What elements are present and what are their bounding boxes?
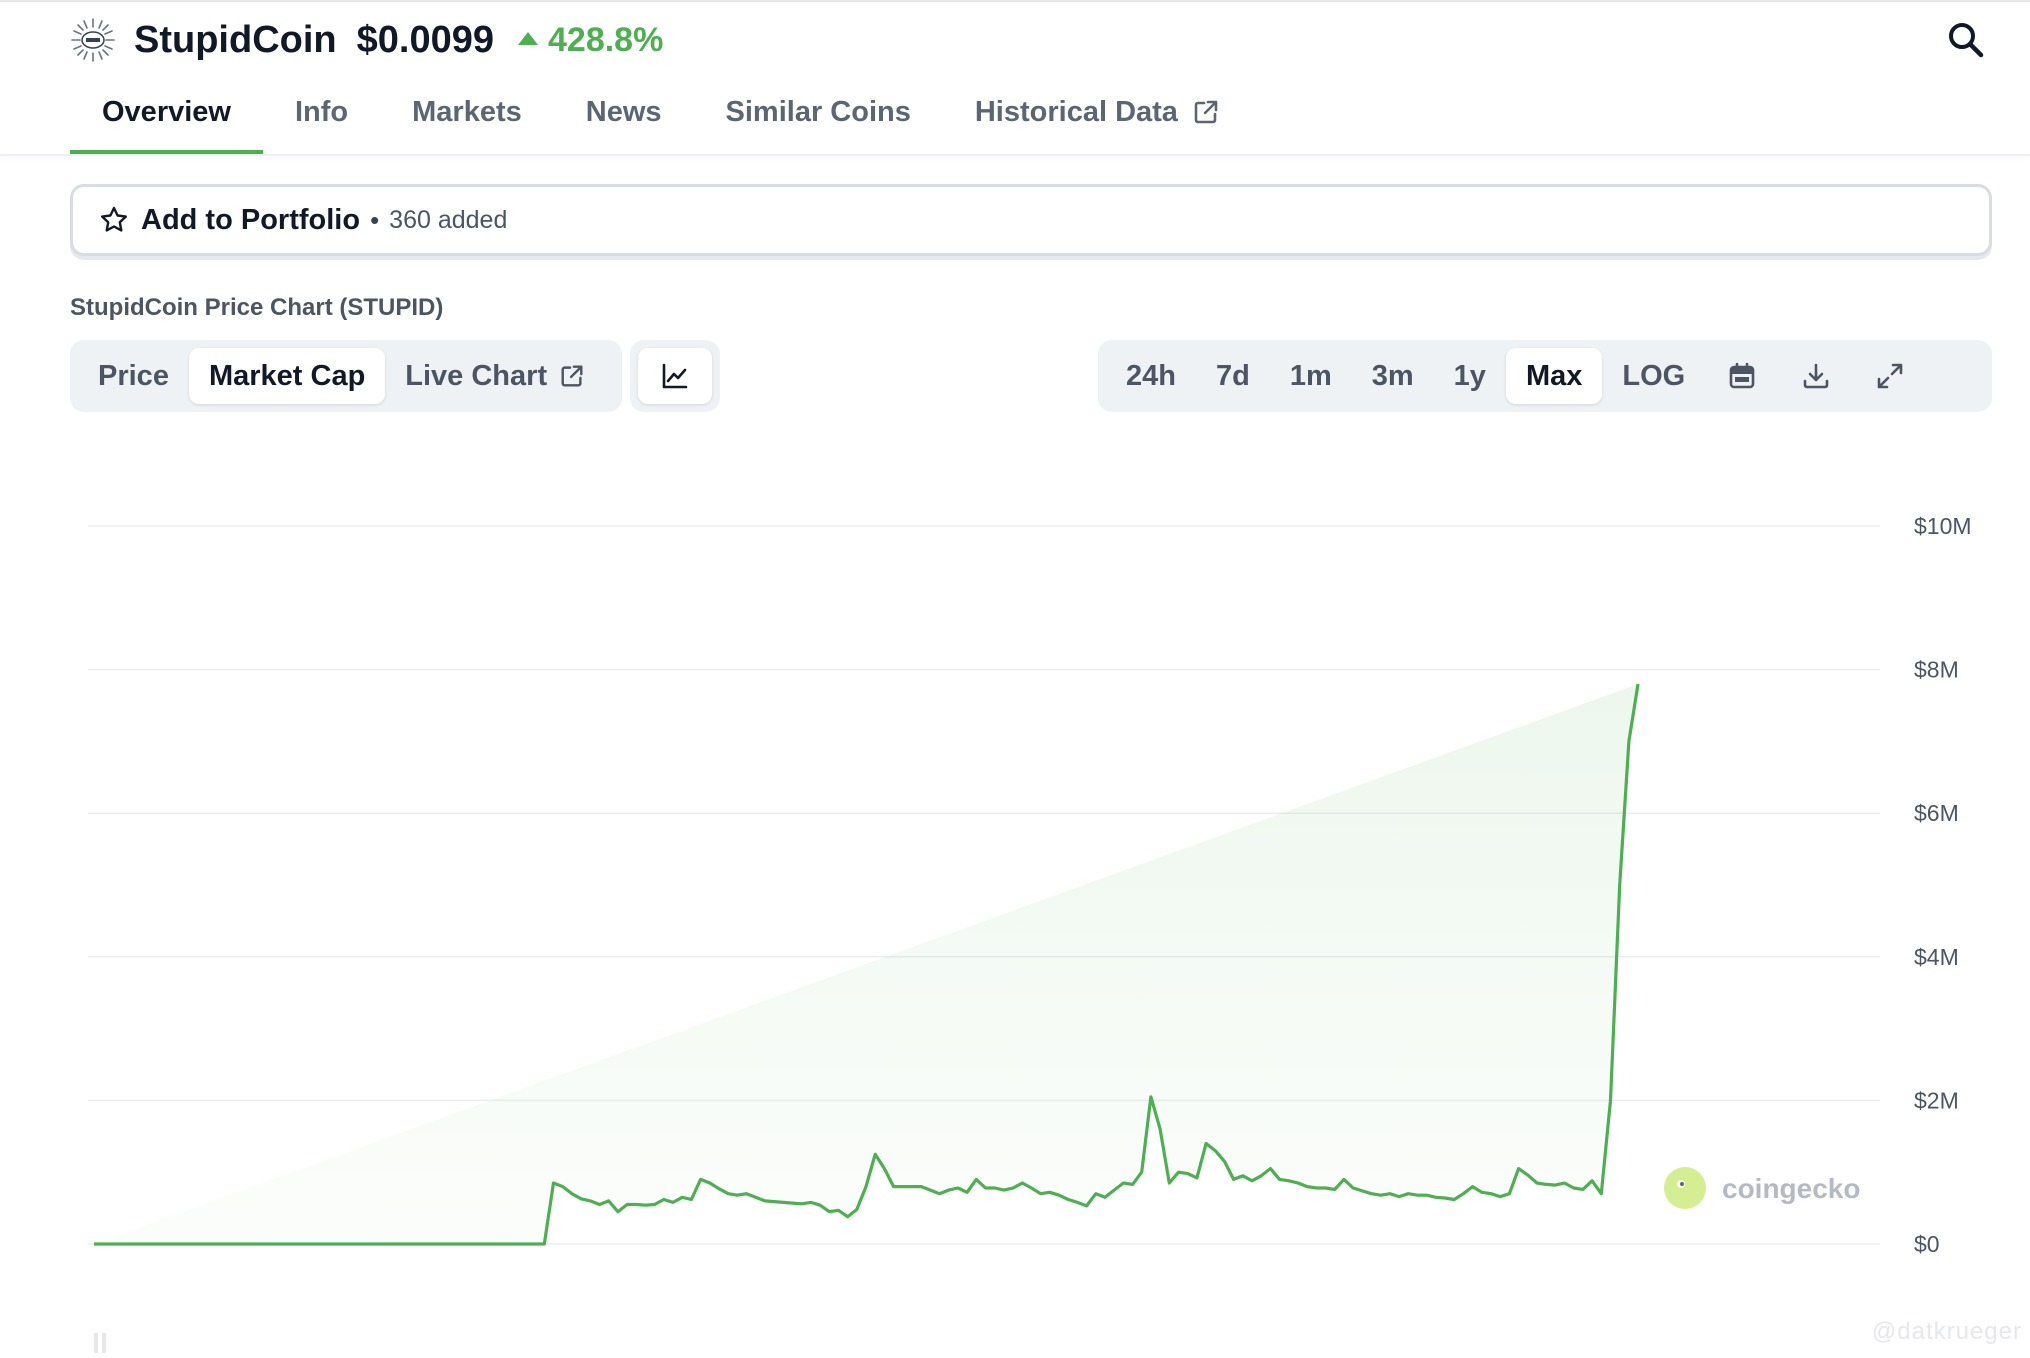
tab-similar-coins[interactable]: Similar Coins [694,88,943,154]
tab-historical-data[interactable]: Historical Data [943,88,1252,154]
y-tick-label: $10M [1914,513,1972,539]
range-1m-button[interactable]: 1m [1270,348,1352,404]
market-cap-toggle-button[interactable]: Market Cap [188,348,386,404]
market-cap-area [94,684,1638,1244]
coin-header: StupidCoin $0.0099 428.8% [70,14,663,66]
star-icon [101,206,127,232]
tab-overview[interactable]: Overview [70,88,263,154]
date-range-button[interactable] [1705,348,1779,404]
tab-label: Markets [412,96,522,128]
tabs-divider [0,154,2030,156]
download-icon [1803,363,1829,389]
line-chart-icon [662,363,688,389]
y-tick-label: $6M [1914,800,1959,826]
coingecko-watermark: coingecko [1664,1167,1860,1209]
portfolio-count: 360 added [389,205,508,234]
coin-price: $0.0099 [356,18,494,61]
watermark-text: coingecko [1722,1173,1860,1204]
portfolio-label: Add to Portfolio [141,203,361,236]
tab-label: Overview [102,96,231,128]
range-7d-button[interactable]: 7d [1196,348,1270,404]
credit-handle: @datkrueger [1871,1318,2022,1345]
tab-label: Info [294,96,349,128]
add-to-portfolio-button[interactable]: Add to Portfolio • 360 added [70,184,1992,256]
tab-markets[interactable]: Markets [380,88,554,154]
range-max-button[interactable]: Max [1505,348,1603,404]
tab-label: News [585,96,662,128]
price-toggle-button[interactable]: Price [78,348,189,404]
range-24h-button[interactable]: 24h [1106,348,1196,404]
external-link-icon [561,365,583,387]
tab-label: Similar Coins [725,96,911,128]
market-cap-chart[interactable]: $10M $8M $6M $4M $2M $0 coingecko [0,440,2030,1354]
fullscreen-button[interactable] [1853,348,1927,404]
y-tick-label: $8M [1914,657,1959,683]
y-tick-label: $2M [1914,1087,1959,1113]
tab-info[interactable]: Info [263,88,380,154]
log-scale-button[interactable]: LOG [1602,348,1705,404]
change-up-arrow-icon [518,31,538,45]
tab-news[interactable]: News [554,88,694,154]
live-chart-button[interactable]: Live Chart [385,348,605,404]
portfolio-separator: • [370,204,380,235]
chart-view-toggle [630,340,720,412]
expand-icon [1877,363,1903,389]
y-tick-label: $0 [1914,1231,1940,1257]
live-chart-label: Live Chart [405,359,548,392]
time-range-toggle: 24h 7d 1m 3m 1y Max LOG [1098,340,1992,412]
download-button[interactable] [1779,348,1853,404]
coin-name: StupidCoin [134,18,337,61]
range-1y-button[interactable]: 1y [1434,348,1506,404]
external-link-icon [1194,100,1218,124]
tab-label: Historical Data [974,96,1178,128]
chart-title: StupidCoin Price Chart (STUPID) [70,294,444,321]
coin-tabs: Overview Info Markets News Similar Coins… [70,88,1252,154]
price-change-percent: 428.8% [548,20,664,59]
chart-type-toggle: Price Market Cap Live Chart [70,340,622,412]
search-icon[interactable] [1946,20,1986,60]
gecko-logo-icon [1664,1167,1706,1209]
pause-icon[interactable] [94,1333,110,1353]
range-3m-button[interactable]: 3m [1352,348,1434,404]
line-chart-view-button[interactable] [638,348,712,404]
chart-svg: $10M $8M $6M $4M $2M $0 coingecko [88,513,1972,1257]
calendar-icon [1729,362,1755,389]
top-border [0,0,2030,2]
y-tick-label: $4M [1914,944,1959,970]
sunburst-coin-logo-icon [71,18,115,62]
